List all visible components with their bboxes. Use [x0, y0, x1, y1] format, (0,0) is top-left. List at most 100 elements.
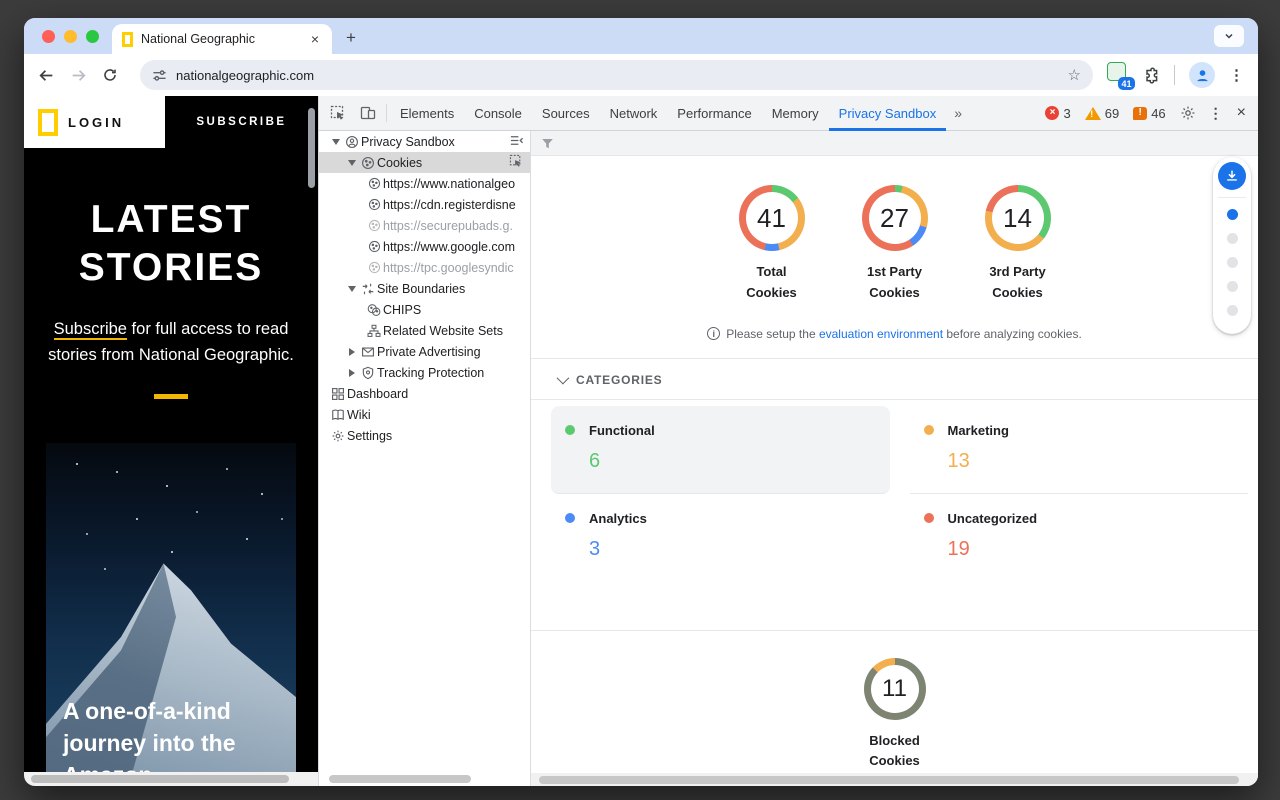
tab-sources[interactable]: Sources: [532, 96, 600, 131]
devtools-menu-icon[interactable]: ⋮: [1203, 105, 1229, 122]
natgeo-brand[interactable]: LOGIN: [24, 96, 165, 148]
tree-item-settings[interactable]: Settings: [319, 425, 530, 446]
category-analytics[interactable]: Analytics 3: [551, 494, 890, 581]
minimize-window-button[interactable]: [64, 30, 77, 43]
browser-window: National Geographic × + nationalgeograph…: [24, 18, 1258, 786]
error-icon: ×: [1045, 106, 1059, 120]
browser-menu-icon[interactable]: ⋮: [1229, 66, 1244, 84]
filter-icon[interactable]: [541, 137, 554, 150]
tree-item-cookie-origin[interactable]: https://securepubads.g.: [319, 215, 530, 236]
chevron-down-icon[interactable]: [329, 139, 343, 145]
tree-item-cookie-origin[interactable]: https://www.nationalgeo: [319, 173, 530, 194]
page-vertical-scrollbar[interactable]: [308, 108, 315, 188]
yellow-divider: [154, 394, 188, 399]
tree-item-dashboard[interactable]: Dashboard: [319, 383, 530, 404]
profile-avatar[interactable]: [1189, 62, 1215, 88]
download-report-button[interactable]: [1218, 162, 1246, 190]
subscribe-link[interactable]: Subscribe: [54, 320, 127, 340]
tree-item-site-boundaries[interactable]: Site Boundaries: [319, 278, 530, 299]
third-party-cookies-donut: 14: [985, 185, 1051, 251]
issues-badge[interactable]: ! 46: [1133, 106, 1165, 121]
window-controls[interactable]: [42, 30, 99, 43]
inspect-element-icon[interactable]: [323, 100, 353, 126]
browser-tab[interactable]: National Geographic ×: [112, 24, 332, 54]
tab-console[interactable]: Console: [464, 96, 532, 131]
inspect-icon[interactable]: [509, 154, 524, 169]
panel-horizontal-scrollbar[interactable]: [539, 776, 1239, 784]
login-button[interactable]: LOGIN: [68, 115, 124, 130]
section-dot[interactable]: [1227, 233, 1238, 244]
tree-item-cookie-origin[interactable]: https://www.google.com: [319, 236, 530, 257]
reload-icon[interactable]: [102, 67, 128, 83]
tab-elements[interactable]: Elements: [390, 96, 464, 131]
tree-item-tracking-protection[interactable]: Tracking Protection: [319, 362, 530, 383]
address-bar[interactable]: nationalgeographic.com ☆: [140, 60, 1093, 90]
privacy-sandbox-icon: [343, 135, 361, 149]
chips-icon: [365, 303, 383, 317]
cookie-icon: [365, 177, 383, 190]
tab-title: National Geographic: [141, 32, 300, 46]
tree-item-cookies[interactable]: Cookies: [319, 152, 530, 173]
close-devtools-icon[interactable]: ×: [1229, 104, 1254, 122]
close-tab-icon[interactable]: ×: [308, 31, 322, 47]
issues-icon: !: [1133, 107, 1147, 120]
third-party-cookies-count: 14: [992, 192, 1044, 244]
site-boundaries-icon: [359, 282, 377, 296]
section-dot[interactable]: [1227, 281, 1238, 292]
cookie-donuts: 41 TotalCookies 27: [531, 185, 1258, 304]
functional-dot: [565, 425, 575, 435]
setup-note: i Please setup the evaluation environmen…: [531, 327, 1258, 341]
device-toolbar-icon[interactable]: [353, 100, 383, 126]
story-card[interactable]: A one-of-a-kind journey into the Amazon: [46, 443, 296, 777]
toolbar-divider: [1218, 197, 1246, 198]
chevron-right-icon[interactable]: [345, 348, 359, 356]
close-window-button[interactable]: [42, 30, 55, 43]
collapse-sidebar-icon[interactable]: [509, 133, 524, 148]
url-text[interactable]: nationalgeographic.com: [176, 68, 1059, 83]
first-party-cookies-block: 27 1st PartyCookies: [833, 185, 956, 304]
tab-memory[interactable]: Memory: [762, 96, 829, 131]
tree-item-wiki[interactable]: Wiki: [319, 404, 530, 425]
evaluation-environment-link[interactable]: evaluation environment: [819, 327, 943, 341]
section-dot[interactable]: [1227, 257, 1238, 268]
tree-item-cookie-origin[interactable]: https://cdn.registerdisne: [319, 194, 530, 215]
more-tabs-icon[interactable]: »: [946, 105, 970, 121]
tab-search-chevron-icon[interactable]: [1214, 25, 1244, 47]
tree-item-private-advertising[interactable]: Private Advertising: [319, 341, 530, 362]
devtools-settings-gear-icon[interactable]: [1173, 100, 1203, 126]
total-cookies-count: 41: [746, 192, 798, 244]
tab-performance[interactable]: Performance: [667, 96, 761, 131]
category-functional[interactable]: Functional 6: [551, 406, 890, 494]
chevron-right-icon[interactable]: [345, 369, 359, 377]
category-marketing[interactable]: Marketing 13: [910, 406, 1249, 494]
section-dot-active[interactable]: [1227, 209, 1238, 220]
chevron-down-icon[interactable]: [345, 160, 359, 166]
categories-header[interactable]: CATEGORIES: [531, 359, 1258, 400]
chevron-down-icon[interactable]: [345, 286, 359, 292]
tree-item-cookie-origin[interactable]: https://tpc.googlesyndic: [319, 257, 530, 278]
category-uncategorized[interactable]: Uncategorized 19: [910, 494, 1249, 581]
extensions-puzzle-icon[interactable]: [1143, 67, 1160, 84]
new-tab-button[interactable]: +: [346, 28, 356, 48]
tree-item-related-website-sets[interactable]: Related Website Sets: [319, 320, 530, 341]
error-badge[interactable]: × 3: [1045, 106, 1070, 121]
section-dot[interactable]: [1227, 305, 1238, 316]
tab-privacy-sandbox[interactable]: Privacy Sandbox: [829, 96, 947, 131]
maximize-window-button[interactable]: [86, 30, 99, 43]
devtools-sidebar: Privacy Sandbox Cookies: [319, 131, 531, 786]
panel-floating-toolbar: [1213, 157, 1251, 334]
cookie-extension-icon[interactable]: 41: [1107, 62, 1133, 88]
forward-icon[interactable]: [70, 67, 96, 84]
first-party-cookies-count: 27: [869, 192, 921, 244]
tree-item-privacy-sandbox[interactable]: Privacy Sandbox: [319, 131, 530, 152]
tab-network[interactable]: Network: [600, 96, 668, 131]
subscribe-button[interactable]: SUBSCRIBE: [165, 96, 318, 148]
back-icon[interactable]: [38, 67, 64, 84]
site-info-icon[interactable]: [152, 68, 167, 83]
sidebar-horizontal-scrollbar[interactable]: [329, 775, 471, 783]
warning-badge[interactable]: 69: [1085, 106, 1119, 121]
tab-strip: National Geographic × +: [24, 18, 1258, 54]
bookmark-star-icon[interactable]: ☆: [1068, 66, 1081, 84]
tree-item-chips[interactable]: CHIPS: [319, 299, 530, 320]
page-horizontal-scrollbar[interactable]: [31, 775, 289, 783]
